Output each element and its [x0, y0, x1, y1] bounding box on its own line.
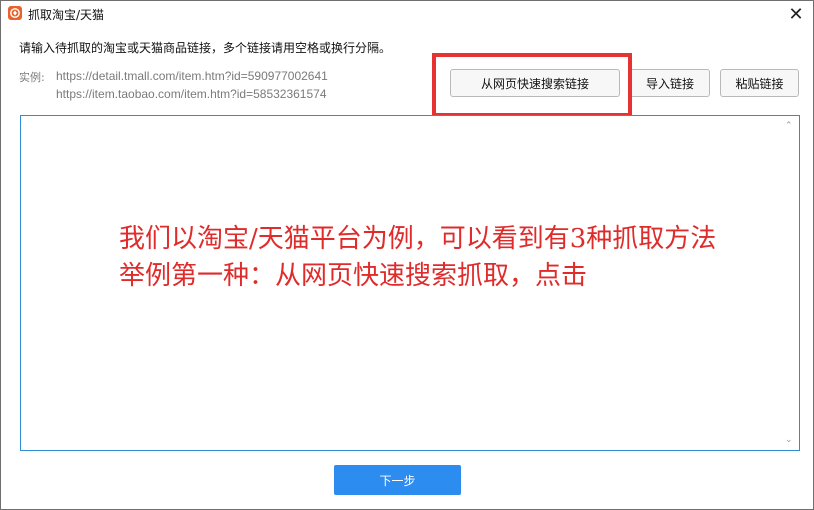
chevron-down-icon[interactable]: ⌄: [785, 435, 793, 445]
annotation-line-1: 我们以淘宝/天猫平台为例，可以看到有3种抓取方法: [119, 224, 717, 254]
import-links-button[interactable]: 导入链接: [630, 69, 710, 97]
window-title: 抓取淘宝/天猫: [28, 8, 105, 22]
dialog-window: 抓取淘宝/天猫 ✕ 请输入待抓取的淘宝或天猫商品链接，多个链接请用空格或换行分隔…: [0, 0, 814, 510]
paste-links-button[interactable]: 粘贴链接: [720, 69, 799, 97]
example-link-tmall: https://detail.tmall.com/item.htm?id=590…: [56, 69, 328, 83]
highlight-annotation-box: [432, 53, 632, 117]
app-logo-icon: [8, 6, 22, 20]
example-label: 实例:: [19, 71, 45, 84]
close-icon[interactable]: ✕: [779, 1, 813, 27]
annotation-line-2: 举例第一种：从网页快速搜索抓取，点击: [119, 261, 588, 291]
tutorial-annotation: 我们以淘宝/天猫平台为例，可以看到有3种抓取方法 举例第一种：从网页快速搜索抓取…: [119, 221, 716, 295]
next-step-button[interactable]: 下一步: [334, 465, 461, 495]
title-bar: 抓取淘宝/天猫 ✕: [1, 1, 813, 27]
instruction-text: 请输入待抓取的淘宝或天猫商品链接，多个链接请用空格或换行分隔。: [19, 41, 392, 55]
example-link-taobao: https://item.taobao.com/item.htm?id=5853…: [56, 87, 327, 101]
chevron-up-icon[interactable]: ⌃: [785, 121, 793, 131]
vertical-scrollbar[interactable]: ⌃ ⌄: [781, 117, 798, 449]
